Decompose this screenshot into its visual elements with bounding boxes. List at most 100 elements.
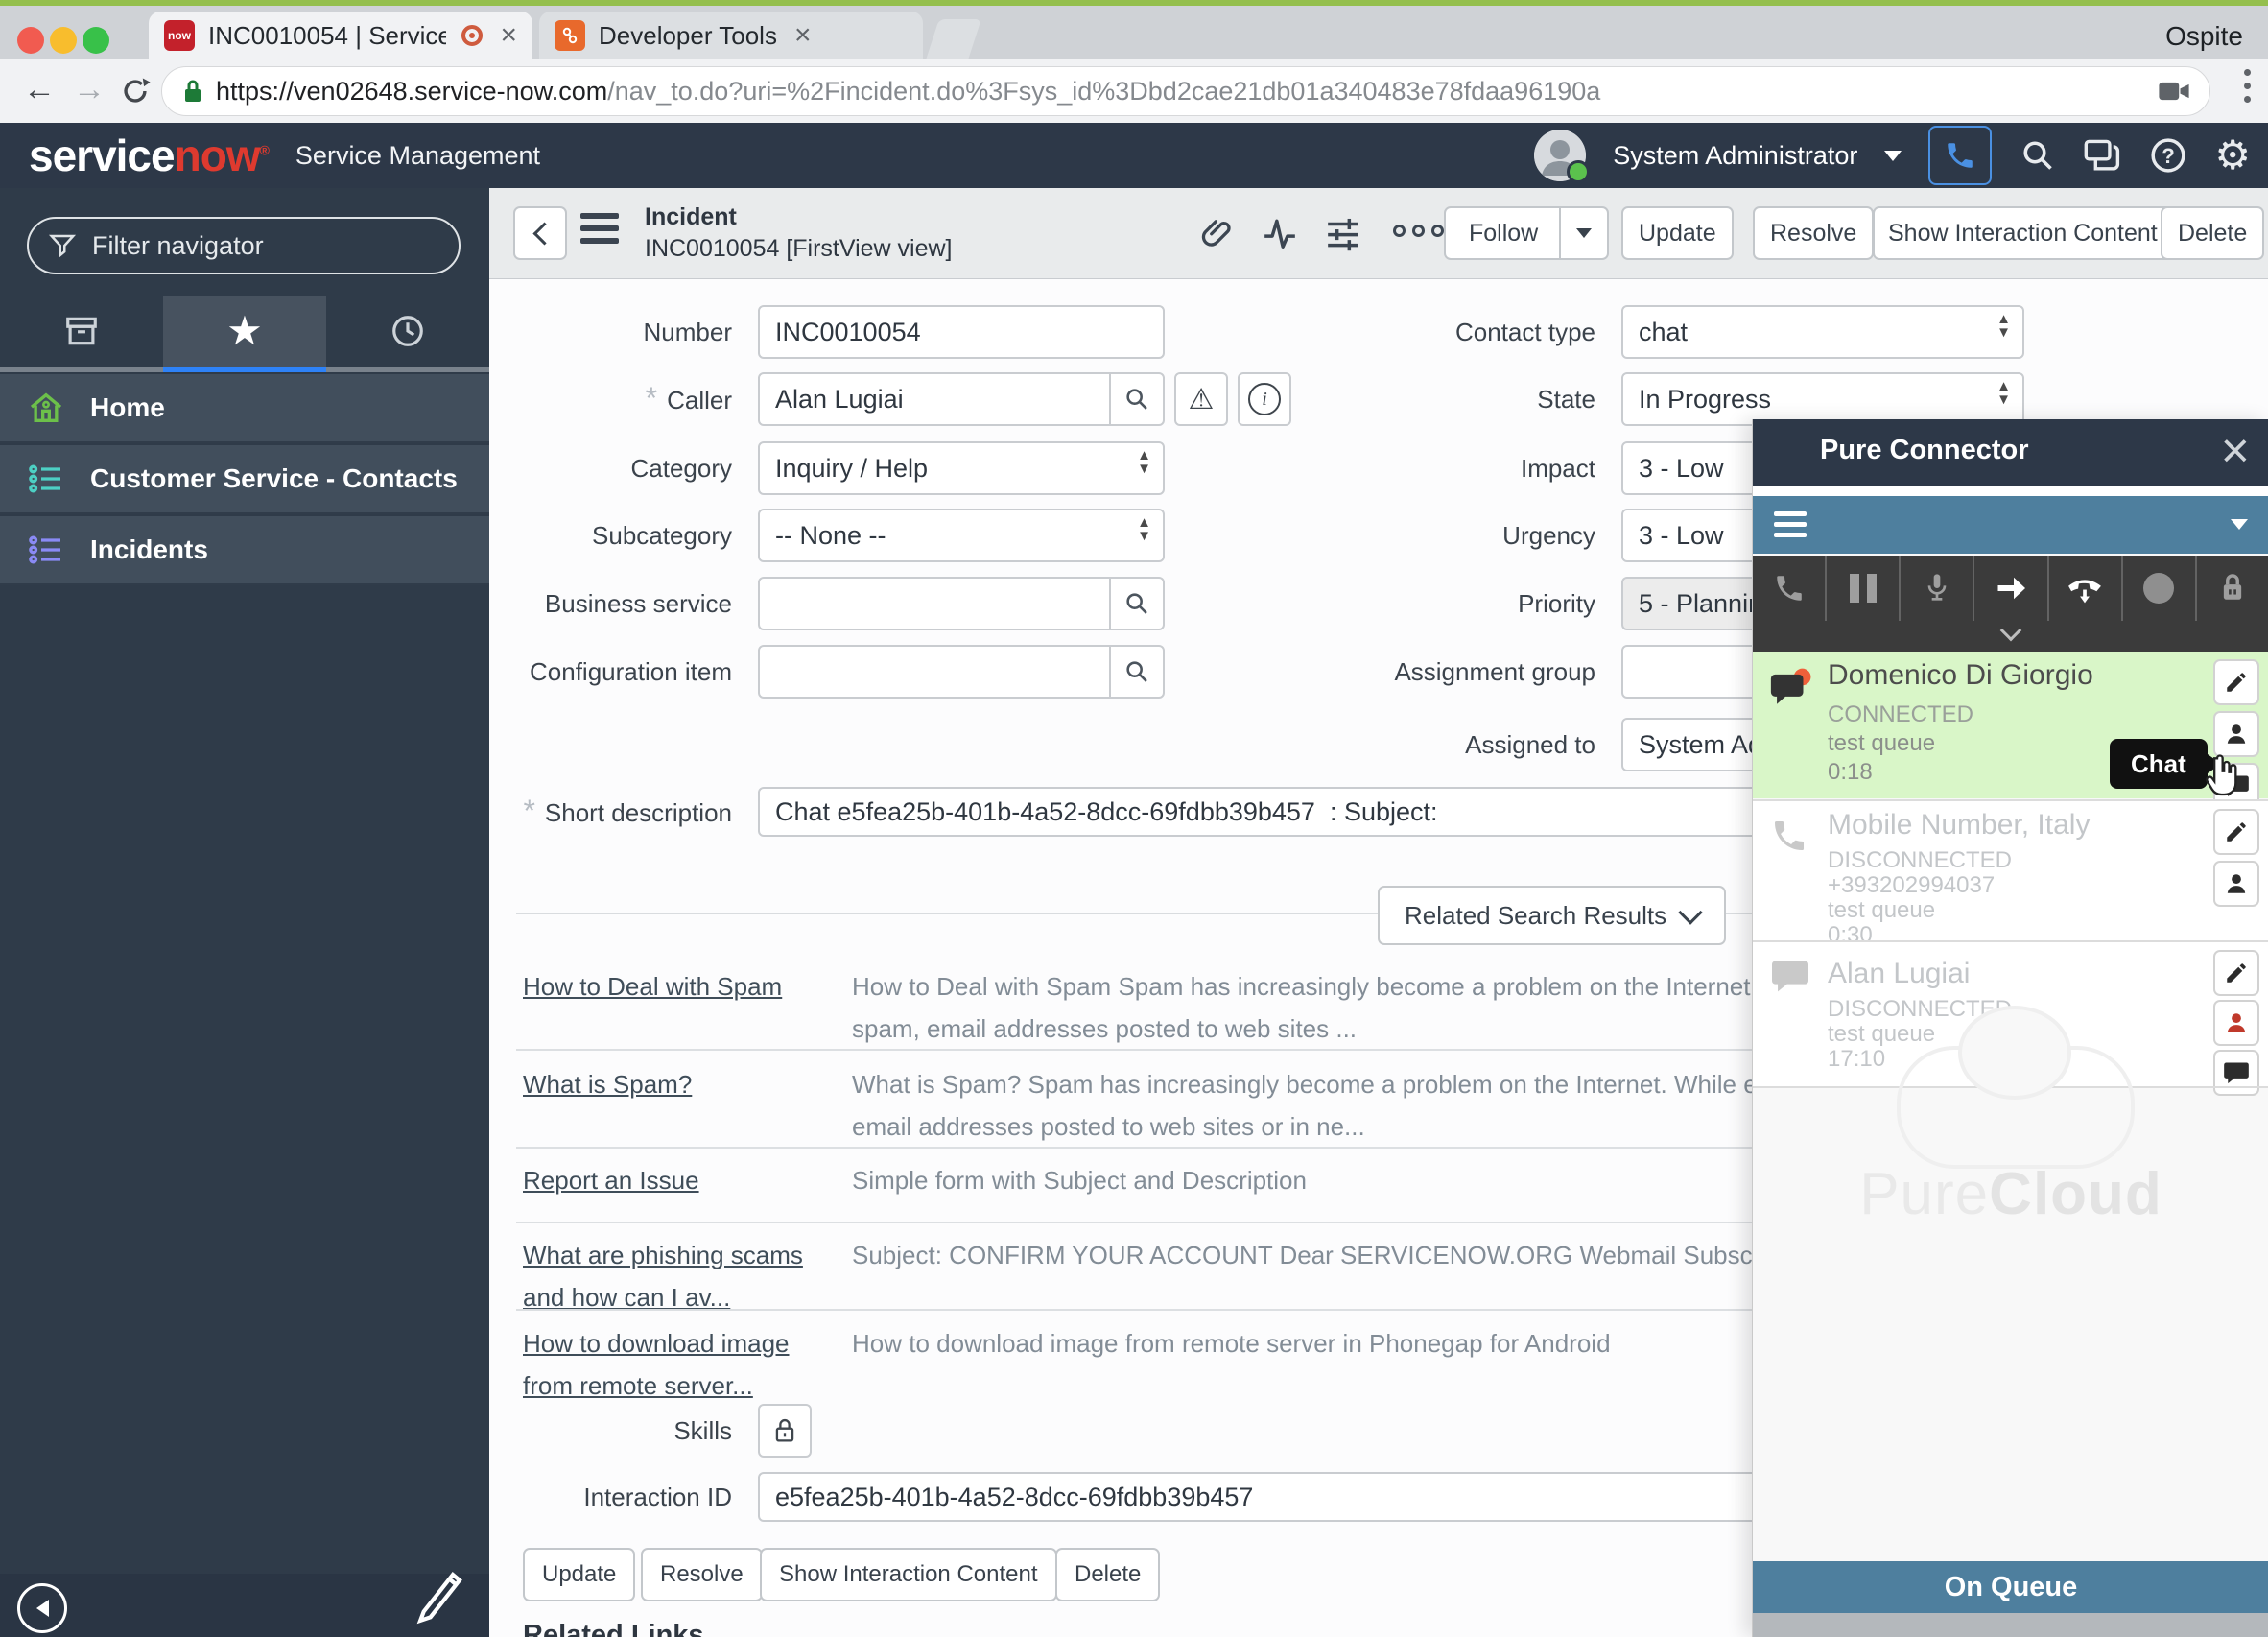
caller-info-button[interactable]: i bbox=[1238, 372, 1291, 426]
follow-dropdown-icon[interactable] bbox=[1576, 228, 1592, 238]
kb-article-link[interactable]: What is Spam? bbox=[523, 1063, 841, 1105]
edit-pencil-icon[interactable] bbox=[413, 1560, 466, 1629]
required-icon: * bbox=[646, 381, 657, 415]
related-search-results-button[interactable]: Related Search Results bbox=[1378, 886, 1726, 945]
caller-lookup-icon[interactable] bbox=[1109, 374, 1163, 424]
field-label: Urgency bbox=[1334, 521, 1595, 551]
update-button-bottom[interactable]: Update bbox=[523, 1548, 635, 1601]
activity-stream-icon[interactable] bbox=[1259, 214, 1301, 252]
phone-toggle-button[interactable] bbox=[1928, 126, 1992, 185]
record-title: Incident bbox=[645, 202, 737, 232]
collapse-sidebar-icon[interactable] bbox=[17, 1583, 67, 1633]
subcategory-select[interactable]: -- None --▲▼ bbox=[758, 509, 1165, 562]
show-interaction-content-button-bottom[interactable]: Show Interaction Content bbox=[760, 1548, 1057, 1601]
mac-close-button[interactable] bbox=[17, 27, 44, 54]
user-menu[interactable]: System Administrator bbox=[1613, 141, 1857, 171]
sidebar-item-incidents[interactable]: Incidents bbox=[0, 516, 489, 585]
kb-article-link[interactable]: What are phishing scams and how can I av… bbox=[523, 1234, 841, 1318]
edit-button[interactable] bbox=[2213, 659, 2259, 705]
resolve-button[interactable]: Resolve bbox=[1753, 206, 1874, 260]
contact-details-alert-button[interactable] bbox=[2213, 1000, 2259, 1046]
edit-button[interactable] bbox=[2213, 950, 2259, 996]
menu-hamburger-icon[interactable] bbox=[1774, 511, 1807, 537]
show-interaction-content-button[interactable]: Show Interaction Content bbox=[1873, 206, 2173, 260]
browser-tab-active[interactable]: now INC0010054 | ServiceNow × bbox=[149, 12, 532, 59]
interaction-timer: 0:18 bbox=[1828, 759, 1873, 786]
tab-favorites[interactable]: ★ bbox=[163, 296, 326, 367]
back-arrow-icon[interactable]: ← bbox=[23, 71, 56, 108]
mute-button[interactable] bbox=[1901, 556, 1974, 621]
tab-close-icon[interactable]: × bbox=[500, 21, 517, 50]
tab-all-applications[interactable] bbox=[0, 296, 163, 367]
record-button[interactable] bbox=[2123, 556, 2197, 621]
tab-close-icon[interactable]: × bbox=[794, 21, 812, 50]
mac-zoom-button[interactable] bbox=[83, 27, 109, 54]
collapse-controls-strip[interactable] bbox=[1753, 621, 2268, 652]
update-button[interactable]: Update bbox=[1621, 206, 1734, 260]
avatar[interactable] bbox=[1534, 130, 1586, 181]
delete-button-bottom[interactable]: Delete bbox=[1055, 1548, 1160, 1601]
open-chat-button[interactable] bbox=[2213, 1050, 2259, 1096]
contact-details-button[interactable] bbox=[2213, 861, 2259, 907]
business-service-input[interactable] bbox=[760, 589, 1117, 619]
configuration-item-lookup-icon[interactable] bbox=[1109, 647, 1163, 697]
personalize-form-sliders-icon[interactable] bbox=[1322, 214, 1364, 252]
refresh-icon[interactable] bbox=[119, 75, 152, 112]
configuration-item-input[interactable] bbox=[760, 657, 1117, 687]
kb-article-summary: How to download image from remote server… bbox=[852, 1322, 1802, 1364]
connect-chat-icon[interactable] bbox=[2084, 136, 2122, 175]
chevron-down-icon[interactable] bbox=[2231, 519, 2248, 530]
back-button[interactable] bbox=[513, 206, 567, 260]
camera-icon[interactable] bbox=[2158, 79, 2190, 104]
sidebar-item-customer-service-contacts[interactable]: Customer Service - Contacts bbox=[0, 445, 489, 514]
help-icon[interactable]: ? bbox=[2149, 136, 2187, 175]
contact-details-button[interactable] bbox=[2213, 711, 2259, 757]
on-queue-button[interactable]: On Queue bbox=[1753, 1561, 2268, 1613]
mac-minimize-button[interactable] bbox=[50, 27, 77, 54]
follow-button[interactable]: Follow bbox=[1444, 206, 1609, 260]
new-tab-button[interactable] bbox=[926, 19, 981, 59]
state-select[interactable]: In Progress▲▼ bbox=[1621, 372, 2024, 426]
form-context-menu-icon[interactable] bbox=[580, 213, 619, 244]
filter-navigator-box[interactable] bbox=[27, 217, 461, 274]
hang-up-button[interactable] bbox=[2049, 556, 2123, 621]
delete-button[interactable]: Delete bbox=[2161, 206, 2264, 260]
browser-profile-name[interactable]: Ospite bbox=[2165, 21, 2243, 52]
phone-icon bbox=[1773, 572, 1806, 605]
caller-warning-button[interactable]: ⚠ bbox=[1174, 372, 1228, 426]
business-service-lookup-icon[interactable] bbox=[1109, 579, 1163, 629]
tab-title: Developer Tools bbox=[599, 21, 777, 51]
tab-history[interactable] bbox=[326, 296, 489, 367]
sidebar-footer bbox=[0, 1574, 489, 1637]
forward-arrow-icon[interactable]: → bbox=[73, 71, 106, 108]
caller-input[interactable] bbox=[760, 385, 1117, 415]
browser-menu-icon[interactable] bbox=[2244, 69, 2251, 103]
gear-icon[interactable]: ⚙ bbox=[2214, 135, 2251, 176]
chevron-down-icon[interactable] bbox=[1884, 151, 1902, 161]
contact-type-select[interactable]: chat▲▼ bbox=[1621, 305, 2024, 359]
attachment-paperclip-icon[interactable] bbox=[1195, 214, 1238, 252]
more-options-icon[interactable] bbox=[1393, 225, 1444, 237]
global-search-icon[interactable] bbox=[2019, 136, 2057, 175]
kb-article-link[interactable]: How to Deal with Spam bbox=[523, 965, 841, 1008]
secure-pause-button[interactable] bbox=[2197, 556, 2268, 621]
number-input[interactable] bbox=[760, 318, 1163, 347]
skills-lock-button[interactable] bbox=[758, 1404, 812, 1458]
edit-button[interactable] bbox=[2213, 809, 2259, 855]
category-select[interactable]: Inquiry / Help▲▼ bbox=[758, 441, 1165, 495]
close-icon[interactable]: × bbox=[2221, 421, 2250, 481]
related-links-heading: Related Links bbox=[523, 1620, 704, 1637]
kb-article-link[interactable]: Report an Issue bbox=[523, 1159, 841, 1201]
kb-article-link[interactable]: How to download image from remote server… bbox=[523, 1322, 841, 1407]
interaction-card-call[interactable]: Mobile Number, Italy DISCONNECTED +39320… bbox=[1753, 801, 2268, 940]
chat-bubble-icon bbox=[2223, 1060, 2250, 1085]
transfer-button[interactable] bbox=[1974, 556, 2048, 621]
kb-article-summary: email addresses posted to web sites or i… bbox=[852, 1105, 1802, 1148]
resolve-button-bottom[interactable]: Resolve bbox=[641, 1548, 763, 1601]
sidebar-item-home[interactable]: Home bbox=[0, 374, 489, 443]
browser-tab-devtools[interactable]: Developer Tools × bbox=[539, 12, 923, 59]
call-button[interactable] bbox=[1753, 556, 1827, 621]
filter-navigator-input[interactable] bbox=[90, 230, 411, 262]
url-field[interactable]: https://ven02648.service-now.com /nav_to… bbox=[161, 66, 2210, 116]
hold-button[interactable] bbox=[1827, 556, 1901, 621]
